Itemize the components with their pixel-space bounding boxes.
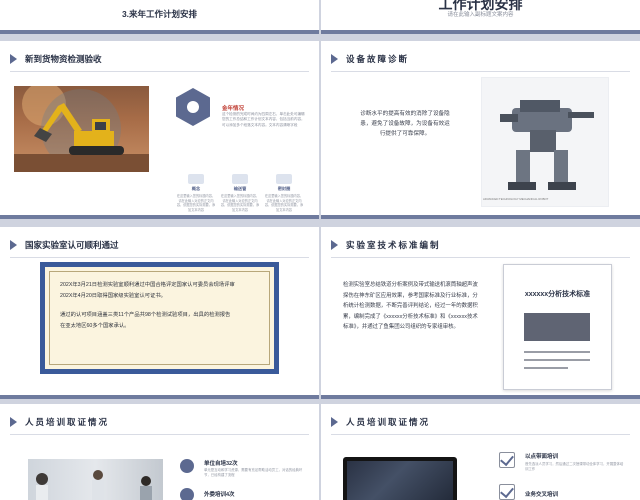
slide-header: 国家实验室认可顺利通过 (10, 239, 119, 251)
slide-diagnosis: 设备故障诊断 诊断水平的提高有效的消除了设备隐患，避免了设备故障，为设备有效运行… (321, 41, 640, 219)
robot-caption: ADVANCED TECHNOLOGY MECHANICAL ROBOT (483, 197, 549, 201)
checkbox-icon (499, 451, 515, 468)
item-body: 首先选派人员学习，然后通过二次授课带动全体学习，开展整体培训工作 (525, 462, 624, 471)
triangle-icon (10, 240, 17, 250)
header-divider (10, 434, 309, 435)
header-divider (10, 71, 309, 72)
column-label: 输送管 (233, 186, 247, 191)
slide-header: 实验室技术标准编制 (331, 239, 441, 251)
item-label: 以点带面培训 (525, 454, 559, 460)
people-icon (232, 174, 248, 184)
slide-bottom-bar (321, 215, 640, 219)
monitor-screen (347, 461, 453, 500)
certificate-gap (60, 302, 259, 310)
checkbox-icon (499, 483, 515, 500)
feature-column: 密封圈 在这里输入您的标题内容，请在此输入对应的正文内容，依据您的实际需要。添加… (264, 174, 304, 212)
certificate-line: 202X年3月21日检测实验室顺利通过中国合格评定国家认可委员会现场评审 (60, 282, 235, 288)
user-icon (187, 101, 199, 113)
plan-title: 3.来年工作计划安排 (121, 9, 198, 19)
slide-inspection: 新到货物资检测验收 金年情况 这个检测的完成时间约为四周左右，单击此处可编辑您的… (0, 41, 319, 219)
slide-subtitle: 工作计划安排 请在此输入副标题文案内容 (321, 0, 640, 34)
excavator-photo (14, 86, 149, 172)
slide-header: 设备故障诊断 (331, 53, 409, 65)
document-line (524, 351, 590, 353)
robot-photo (481, 77, 609, 207)
slide-training-right: 人员培训取证情况 以点带面培训 首先选派人员学习，然后通过二次授课带动全体学习，… (321, 404, 640, 500)
column-label: 密封圈 (277, 186, 291, 191)
slide-header: 人员培训取证情况 (331, 416, 430, 428)
standards-body: 检测实验室总结铁道分析案例及带式输送机滚筒轴超声波探伤在神东矿区应用效果，参考国… (343, 282, 478, 330)
triangle-icon (10, 54, 17, 64)
document-line (524, 367, 568, 369)
info-hexagon (176, 88, 210, 126)
header-divider (10, 257, 309, 258)
star-icon (180, 459, 194, 473)
column-body: 在这里输入您的标题内容，请在此输入对应的正文内容，依据您的实际需要。添加文本内容 (264, 194, 304, 212)
header-divider (331, 434, 630, 435)
info-body: 这个检测的完成时间约为四周左右，单击此处可编辑您的工作总结和工作计划文本内容，包… (222, 112, 305, 127)
slide-bottom-bar (0, 395, 319, 399)
stat-body: 单元是互动和学习资源，需要有充足帮助活动员工，对话的经典环节，已经构建了流程 (204, 468, 303, 477)
slide-title: 新到货物资检测验收 (25, 54, 102, 64)
document-title: xxxxxx分析技术标准 (524, 291, 591, 298)
document-block (524, 313, 590, 341)
slide-header: 人员培训取证情况 (10, 416, 109, 428)
header-divider (331, 257, 630, 258)
feature-column: 概念 在这里输入您的标题内容，请在此输入对应的正文内容，依据您的实际需要。添加文… (176, 174, 216, 212)
slide-standards: 实验室技术标准编制 检测实验室总结铁道分析案例及带式输送机滚筒轴超声波探伤在神东… (321, 227, 640, 399)
triangle-icon (331, 417, 338, 427)
robot-illustration (500, 100, 594, 190)
slide-lab: 国家实验室认可顺利通过 202X年3月21日检测实验室顺利通过中国合格评定国家认… (0, 227, 319, 399)
monitor-photo (343, 457, 457, 500)
slide-header: 新到货物资检测验收 (10, 53, 102, 65)
info-title: 金年情况 (222, 106, 245, 112)
certificate-line: 通过的认可项目涵盖三类11个产品共98个检测试验项目，出具的检测报告 (60, 312, 231, 318)
header-divider (331, 71, 630, 72)
item-label: 业务交叉培训 (525, 492, 559, 498)
standard-document: xxxxxx分析技术标准 (503, 264, 612, 390)
feature-column: 输送管 在这里输入您的标题内容，请在此输入对应的正文内容，依据您的实际需要。添加… (220, 174, 260, 212)
slide-training-left: 人员培训取证情况 单位自培32次 单元是互动和学习资源，需要有充足帮助活动员工，… (0, 404, 319, 500)
stat-label: 单位自培32次 (204, 461, 238, 467)
column-body: 在这里输入您的标题内容，请在此输入对应的正文内容，依据您的实际需要。添加文本内容 (176, 194, 216, 212)
people-icon (188, 174, 204, 184)
slide-plan: 3.来年工作计划安排 (0, 0, 319, 34)
certificate-line: 在亚太地区60多个国家承认。 (60, 323, 130, 329)
certificate-inner: 202X年3月21日检测实验室顺利通过中国合格评定国家认可委员会现场评审 202… (49, 271, 270, 365)
slide-title: 人员培训取证情况 (25, 417, 110, 427)
document-line (524, 359, 590, 361)
slide-bottom-bar (321, 30, 640, 34)
slide-bottom-bar (0, 30, 319, 34)
triangle-icon (10, 417, 17, 427)
slide-bottom-bar (0, 215, 319, 219)
stat-label: 外委培训4次 (204, 492, 235, 498)
subtitle-placeholder: 请在此输入副标题文案内容 (447, 12, 514, 18)
slide-bottom-bar (321, 395, 640, 399)
diagnosis-body: 诊断水平的提高有效的消除了设备隐患，避免了设备故障，为设备有效运行提供了可靠保障… (360, 111, 450, 137)
triangle-icon (331, 240, 338, 250)
slide-title: 实验室技术标准编制 (346, 240, 441, 250)
column-label: 概念 (191, 186, 201, 191)
training-photo (28, 459, 163, 500)
slide-title: 设备故障诊断 (346, 54, 410, 64)
people-icon (276, 174, 292, 184)
certificate-line: 202X年4月20日取得国家级实验室认可证书。 (60, 293, 166, 299)
slide-title: 人员培训取证情况 (346, 417, 431, 427)
checkmark-icon (500, 451, 514, 467)
certificate: 202X年3月21日检测实验室顺利通过中国合格评定国家认可委员会现场评审 202… (40, 262, 279, 374)
excavator-illustration (14, 86, 149, 172)
triangle-icon (331, 54, 338, 64)
slide-title: 国家实验室认可顺利通过 (25, 240, 119, 250)
training-illustration (36, 470, 152, 500)
checkmark-icon (500, 483, 514, 499)
star-icon (180, 488, 194, 500)
column-body: 在这里输入您的标题内容，请在此输入对应的正文内容，依据您的实际需要。添加文本内容 (220, 194, 260, 212)
